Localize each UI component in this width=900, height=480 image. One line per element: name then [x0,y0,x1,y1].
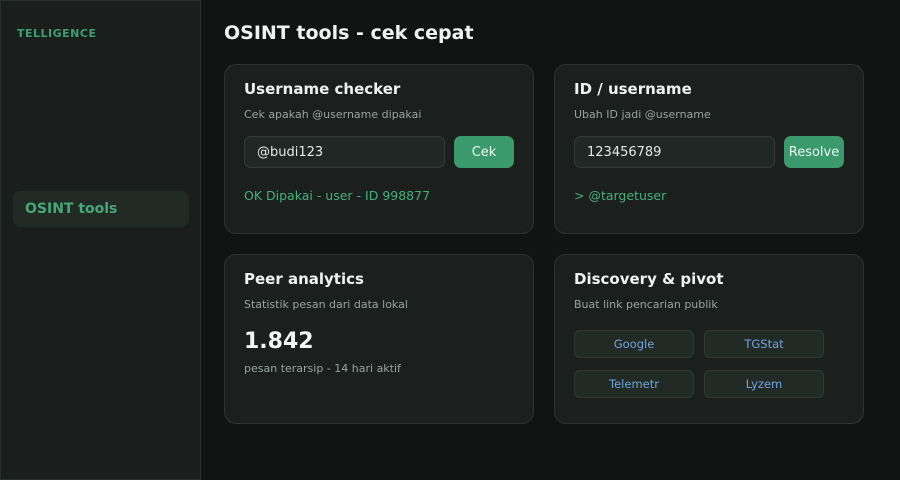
message-count-note: pesan terarsip - 14 hari aktif [244,362,401,375]
id-resolver-card: ID / username Ubah ID jadi @username 123… [554,64,864,234]
telemetr-link-button[interactable]: Telemetr [574,370,694,398]
card-subtitle: Cek apakah @username dipakai [244,108,422,121]
check-button[interactable]: Cek [454,136,514,168]
card-subtitle: Buat link pencarian publik [574,298,718,311]
card-title: ID / username [574,80,692,98]
card-title: Username checker [244,80,401,98]
tgstat-link-button[interactable]: TGStat [704,330,824,358]
resolve-result: > @targetuser [574,188,667,203]
username-input[interactable]: @budi123 [244,136,445,168]
message-count: 1.842 [244,329,314,354]
card-title: Peer analytics [244,270,364,288]
card-title: Discovery & pivot [574,270,724,288]
brand-logo-text: TELLIGENCE [17,27,97,40]
sidebar-item-osint-tools[interactable]: OSINT tools [13,191,189,227]
discovery-card: Discovery & pivot Buat link pencarian pu… [554,254,864,424]
page-title: OSINT tools - cek cepat [224,22,474,44]
username-checker-card: Username checker Cek apakah @username di… [224,64,534,234]
check-result: OK Dipakai - user - ID 998877 [244,188,431,203]
google-link-button[interactable]: Google [574,330,694,358]
peer-analytics-card: Peer analytics Statistik pesan dari data… [224,254,534,424]
sidebar: TELLIGENCE OSINT tools [0,0,201,480]
lyzem-link-button[interactable]: Lyzem [704,370,824,398]
card-subtitle: Ubah ID jadi @username [574,108,711,121]
card-subtitle: Statistik pesan dari data lokal [244,298,408,311]
id-input[interactable]: 123456789 [574,136,775,168]
resolve-button[interactable]: Resolve [784,136,844,168]
